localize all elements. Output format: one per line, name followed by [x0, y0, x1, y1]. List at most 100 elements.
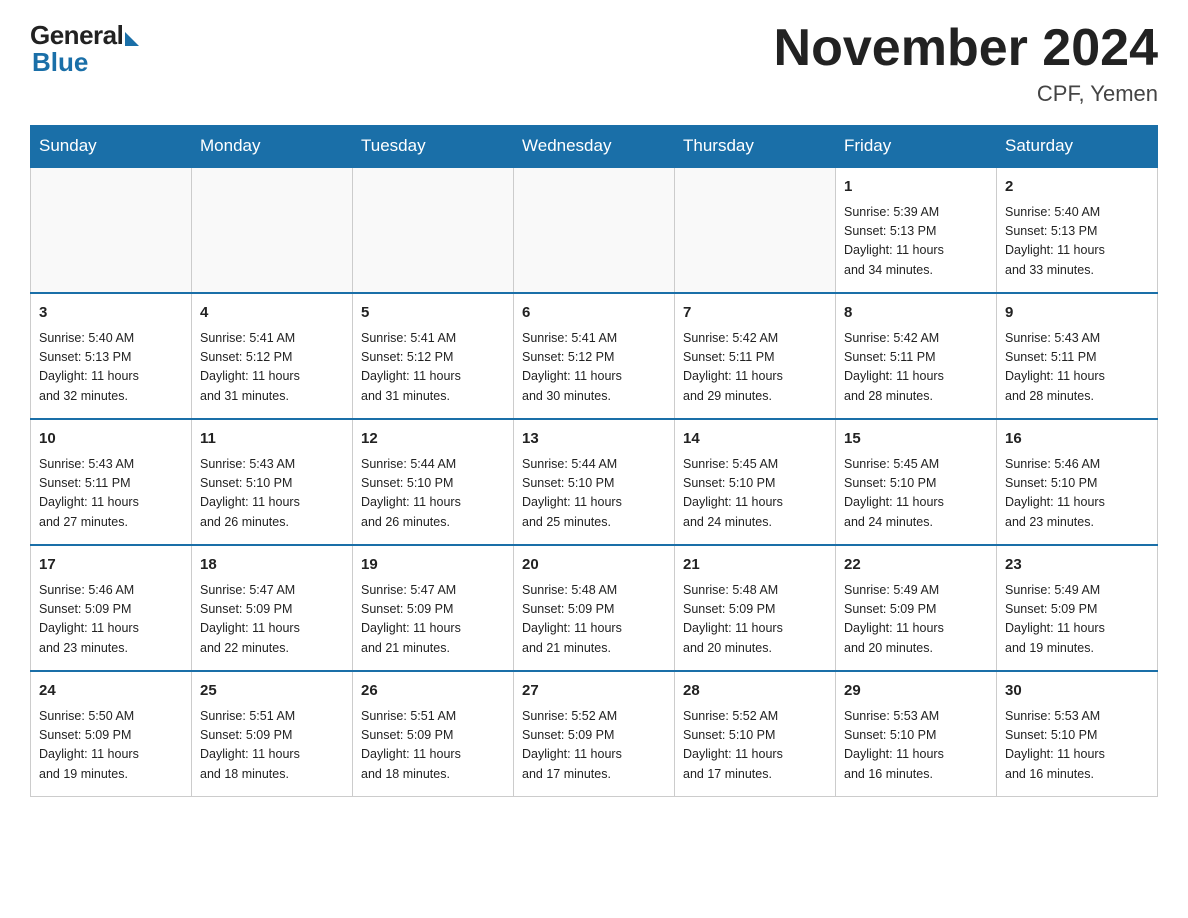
logo-arrow-icon — [125, 32, 139, 46]
day-number: 13 — [522, 428, 666, 451]
calendar-day-cell — [514, 167, 675, 293]
day-info: Sunrise: 5:46 AMSunset: 5:09 PMDaylight:… — [39, 581, 183, 659]
day-number: 1 — [844, 176, 988, 199]
day-number: 26 — [361, 680, 505, 703]
day-number: 6 — [522, 302, 666, 325]
day-info: Sunrise: 5:41 AMSunset: 5:12 PMDaylight:… — [200, 329, 344, 407]
calendar-day-cell: 5 Sunrise: 5:41 AMSunset: 5:12 PMDaylight… — [353, 293, 514, 419]
calendar-day-cell: 17Sunrise: 5:46 AMSunset: 5:09 PMDayligh… — [31, 545, 192, 671]
calendar-day-cell — [192, 167, 353, 293]
calendar-week-row: 17Sunrise: 5:46 AMSunset: 5:09 PMDayligh… — [31, 545, 1158, 671]
calendar-day-cell: 4 Sunrise: 5:41 AMSunset: 5:12 PMDaylight… — [192, 293, 353, 419]
calendar-header-day: Thursday — [675, 126, 836, 168]
day-info: Sunrise: 5:44 AMSunset: 5:10 PMDaylight:… — [522, 455, 666, 533]
day-info: Sunrise: 5:39 AMSunset: 5:13 PMDaylight:… — [844, 203, 988, 281]
day-number: 19 — [361, 554, 505, 577]
title-area: November 2024 CPF, Yemen — [774, 20, 1158, 107]
calendar-day-cell — [31, 167, 192, 293]
calendar-day-cell: 3 Sunrise: 5:40 AMSunset: 5:13 PMDaylight… — [31, 293, 192, 419]
calendar-day-cell — [353, 167, 514, 293]
calendar-day-cell: 8 Sunrise: 5:42 AMSunset: 5:11 PMDaylight… — [836, 293, 997, 419]
day-info: Sunrise: 5:48 AMSunset: 5:09 PMDaylight:… — [683, 581, 827, 659]
day-info: Sunrise: 5:49 AMSunset: 5:09 PMDaylight:… — [844, 581, 988, 659]
day-info: Sunrise: 5:49 AMSunset: 5:09 PMDaylight:… — [1005, 581, 1149, 659]
day-number: 18 — [200, 554, 344, 577]
day-number: 24 — [39, 680, 183, 703]
day-info: Sunrise: 5:43 AMSunset: 5:11 PMDaylight:… — [39, 455, 183, 533]
day-info: Sunrise: 5:42 AMSunset: 5:11 PMDaylight:… — [683, 329, 827, 407]
logo: General Blue — [30, 20, 139, 78]
day-number: 5 — [361, 302, 505, 325]
day-info: Sunrise: 5:48 AMSunset: 5:09 PMDaylight:… — [522, 581, 666, 659]
day-number: 4 — [200, 302, 344, 325]
calendar-week-row: 3 Sunrise: 5:40 AMSunset: 5:13 PMDaylight… — [31, 293, 1158, 419]
day-number: 16 — [1005, 428, 1149, 451]
calendar-day-cell: 15Sunrise: 5:45 AMSunset: 5:10 PMDayligh… — [836, 419, 997, 545]
day-number: 10 — [39, 428, 183, 451]
calendar-title: November 2024 — [774, 20, 1158, 77]
calendar-day-cell: 22Sunrise: 5:49 AMSunset: 5:09 PMDayligh… — [836, 545, 997, 671]
day-number: 25 — [200, 680, 344, 703]
day-info: Sunrise: 5:50 AMSunset: 5:09 PMDaylight:… — [39, 707, 183, 785]
calendar-day-cell: 29 Sunrise: 5:53 AMSunset: 5:10 PMDayligh… — [836, 671, 997, 797]
calendar-header-day: Saturday — [997, 126, 1158, 168]
day-info: Sunrise: 5:51 AMSunset: 5:09 PMDaylight:… — [200, 707, 344, 785]
day-number: 27 — [522, 680, 666, 703]
day-info: Sunrise: 5:41 AMSunset: 5:12 PMDaylight:… — [361, 329, 505, 407]
day-number: 29 — [844, 680, 988, 703]
day-info: Sunrise: 5:42 AMSunset: 5:11 PMDaylight:… — [844, 329, 988, 407]
calendar-day-cell: 20 Sunrise: 5:48 AMSunset: 5:09 PMDayligh… — [514, 545, 675, 671]
calendar-header-day: Tuesday — [353, 126, 514, 168]
day-info: Sunrise: 5:47 AMSunset: 5:09 PMDaylight:… — [361, 581, 505, 659]
calendar-day-cell: 2Sunrise: 5:40 AMSunset: 5:13 PMDaylight… — [997, 167, 1158, 293]
calendar-header-row: SundayMondayTuesdayWednesdayThursdayFrid… — [31, 126, 1158, 168]
calendar-header-day: Sunday — [31, 126, 192, 168]
calendar-day-cell: 9Sunrise: 5:43 AMSunset: 5:11 PMDaylight… — [997, 293, 1158, 419]
calendar-day-cell: 14 Sunrise: 5:45 AMSunset: 5:10 PMDayligh… — [675, 419, 836, 545]
day-info: Sunrise: 5:52 AMSunset: 5:10 PMDaylight:… — [683, 707, 827, 785]
calendar-header-day: Friday — [836, 126, 997, 168]
calendar-day-cell: 23 Sunrise: 5:49 AMSunset: 5:09 PMDayligh… — [997, 545, 1158, 671]
calendar-day-cell: 19 Sunrise: 5:47 AMSunset: 5:09 PMDayligh… — [353, 545, 514, 671]
day-number: 28 — [683, 680, 827, 703]
calendar-day-cell: 26Sunrise: 5:51 AMSunset: 5:09 PMDayligh… — [353, 671, 514, 797]
day-info: Sunrise: 5:45 AMSunset: 5:10 PMDaylight:… — [683, 455, 827, 533]
calendar-day-cell: 25 Sunrise: 5:51 AMSunset: 5:09 PMDayligh… — [192, 671, 353, 797]
calendar-day-cell: 1 Sunrise: 5:39 AMSunset: 5:13 PMDaylight… — [836, 167, 997, 293]
day-number: 9 — [1005, 302, 1149, 325]
calendar-table: SundayMondayTuesdayWednesdayThursdayFrid… — [30, 125, 1158, 797]
day-info: Sunrise: 5:41 AMSunset: 5:12 PMDaylight:… — [522, 329, 666, 407]
calendar-day-cell: 10 Sunrise: 5:43 AMSunset: 5:11 PMDayligh… — [31, 419, 192, 545]
day-info: Sunrise: 5:40 AMSunset: 5:13 PMDaylight:… — [1005, 203, 1149, 281]
day-number: 12 — [361, 428, 505, 451]
calendar-day-cell — [675, 167, 836, 293]
calendar-day-cell: 7 Sunrise: 5:42 AMSunset: 5:11 PMDaylight… — [675, 293, 836, 419]
calendar-day-cell: 6 Sunrise: 5:41 AMSunset: 5:12 PMDaylight… — [514, 293, 675, 419]
calendar-day-cell: 30Sunrise: 5:53 AMSunset: 5:10 PMDayligh… — [997, 671, 1158, 797]
calendar-day-cell: 21Sunrise: 5:48 AMSunset: 5:09 PMDayligh… — [675, 545, 836, 671]
day-info: Sunrise: 5:40 AMSunset: 5:13 PMDaylight:… — [39, 329, 183, 407]
day-info: Sunrise: 5:45 AMSunset: 5:10 PMDaylight:… — [844, 455, 988, 533]
day-number: 14 — [683, 428, 827, 451]
calendar-day-cell: 24 Sunrise: 5:50 AMSunset: 5:09 PMDayligh… — [31, 671, 192, 797]
day-info: Sunrise: 5:44 AMSunset: 5:10 PMDaylight:… — [361, 455, 505, 533]
day-number: 30 — [1005, 680, 1149, 703]
calendar-week-row: 24 Sunrise: 5:50 AMSunset: 5:09 PMDayligh… — [31, 671, 1158, 797]
day-number: 20 — [522, 554, 666, 577]
day-number: 7 — [683, 302, 827, 325]
day-info: Sunrise: 5:52 AMSunset: 5:09 PMDaylight:… — [522, 707, 666, 785]
calendar-week-row: 10 Sunrise: 5:43 AMSunset: 5:11 PMDayligh… — [31, 419, 1158, 545]
calendar-week-row: 1 Sunrise: 5:39 AMSunset: 5:13 PMDaylight… — [31, 167, 1158, 293]
day-number: 11 — [200, 428, 344, 451]
day-number: 23 — [1005, 554, 1149, 577]
calendar-day-cell: 28 Sunrise: 5:52 AMSunset: 5:10 PMDayligh… — [675, 671, 836, 797]
calendar-header-day: Monday — [192, 126, 353, 168]
calendar-day-cell: 18Sunrise: 5:47 AMSunset: 5:09 PMDayligh… — [192, 545, 353, 671]
calendar-day-cell: 12 Sunrise: 5:44 AMSunset: 5:10 PMDayligh… — [353, 419, 514, 545]
calendar-day-cell: 16Sunrise: 5:46 AMSunset: 5:10 PMDayligh… — [997, 419, 1158, 545]
day-info: Sunrise: 5:53 AMSunset: 5:10 PMDaylight:… — [844, 707, 988, 785]
day-number: 8 — [844, 302, 988, 325]
calendar-header-day: Wednesday — [514, 126, 675, 168]
day-info: Sunrise: 5:43 AMSunset: 5:10 PMDaylight:… — [200, 455, 344, 533]
day-number: 3 — [39, 302, 183, 325]
